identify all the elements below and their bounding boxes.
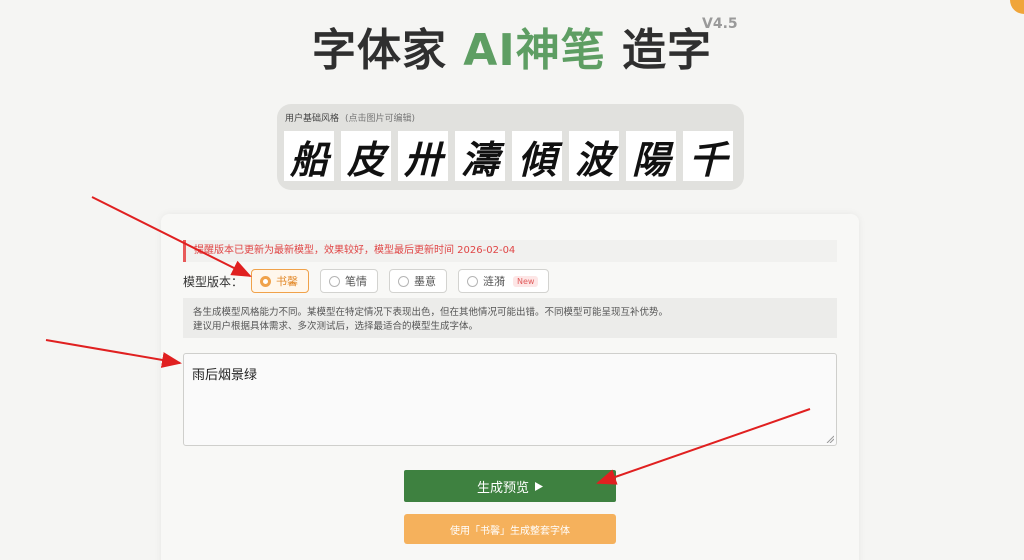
style-panel-hint: (点击图片可编辑) [345,114,416,124]
page-header: 字体家 AI神笔 造字 [0,14,1024,78]
glyph-tile[interactable]: 千 [683,131,733,182]
base-style-panel: 用户基础风格 (点击图片可编辑) 船 皮 卅 濤 傾 波 陽 千 [277,104,744,190]
generate-full-font-button[interactable]: 使用「书馨」生成整套字体 [404,514,616,544]
model-version-selector: 模型版本： 书馨 笔情 墨意 涟漪 New [183,269,550,293]
glyph-tile[interactable]: 船 [284,131,334,182]
text-input-area[interactable]: 雨后烟景绿 [183,353,837,446]
play-triangle-icon [535,481,543,491]
model-option-lianyi[interactable]: 涟漪 New [458,269,550,293]
page-title: 字体家 AI神笔 造字 [311,25,713,76]
style-panel-label: 用户基础风格 (点击图片可编辑) [285,114,416,124]
glyph-tile[interactable]: 皮 [341,131,391,182]
model-option-shuxin[interactable]: 书馨 [251,269,310,293]
text-input-value: 雨后烟景绿 [192,368,258,383]
update-notice: 提醒版本已更新为最新模型，效果较好，模型最后更新时间 2026-02-04 [183,240,837,262]
glyph-tile[interactable]: 濤 [455,131,505,182]
radio-icon [398,275,410,287]
generate-preview-button[interactable]: 生成预览 [404,470,616,502]
resize-grip-icon[interactable] [826,435,834,443]
glyph-tiles: 船 皮 卅 濤 傾 波 陽 千 [284,131,733,182]
radio-icon [329,275,341,287]
model-version-label: 模型版本： [183,274,244,289]
generator-card: 提醒版本已更新为最新模型，效果较好，模型最后更新时间 2026-02-04 模型… [161,214,859,560]
corner-badge [1010,0,1024,14]
new-badge: New [513,275,539,287]
model-option-biqing[interactable]: 笔情 [320,269,379,293]
radio-selected-icon [260,275,272,287]
model-description: 各生成模型风格能力不同。某模型在特定情况下表现出色，但在其他情况可能出错。不同模… [183,298,837,338]
annotation-arrow [45,339,182,368]
glyph-tile[interactable]: 波 [569,131,619,182]
radio-icon [467,275,479,287]
glyph-tile[interactable]: 卅 [398,131,448,182]
glyph-tile[interactable]: 陽 [626,131,676,182]
model-option-moyi[interactable]: 墨意 [389,269,448,293]
glyph-tile[interactable]: 傾 [512,131,562,182]
version-label: V4.5 [702,16,738,32]
